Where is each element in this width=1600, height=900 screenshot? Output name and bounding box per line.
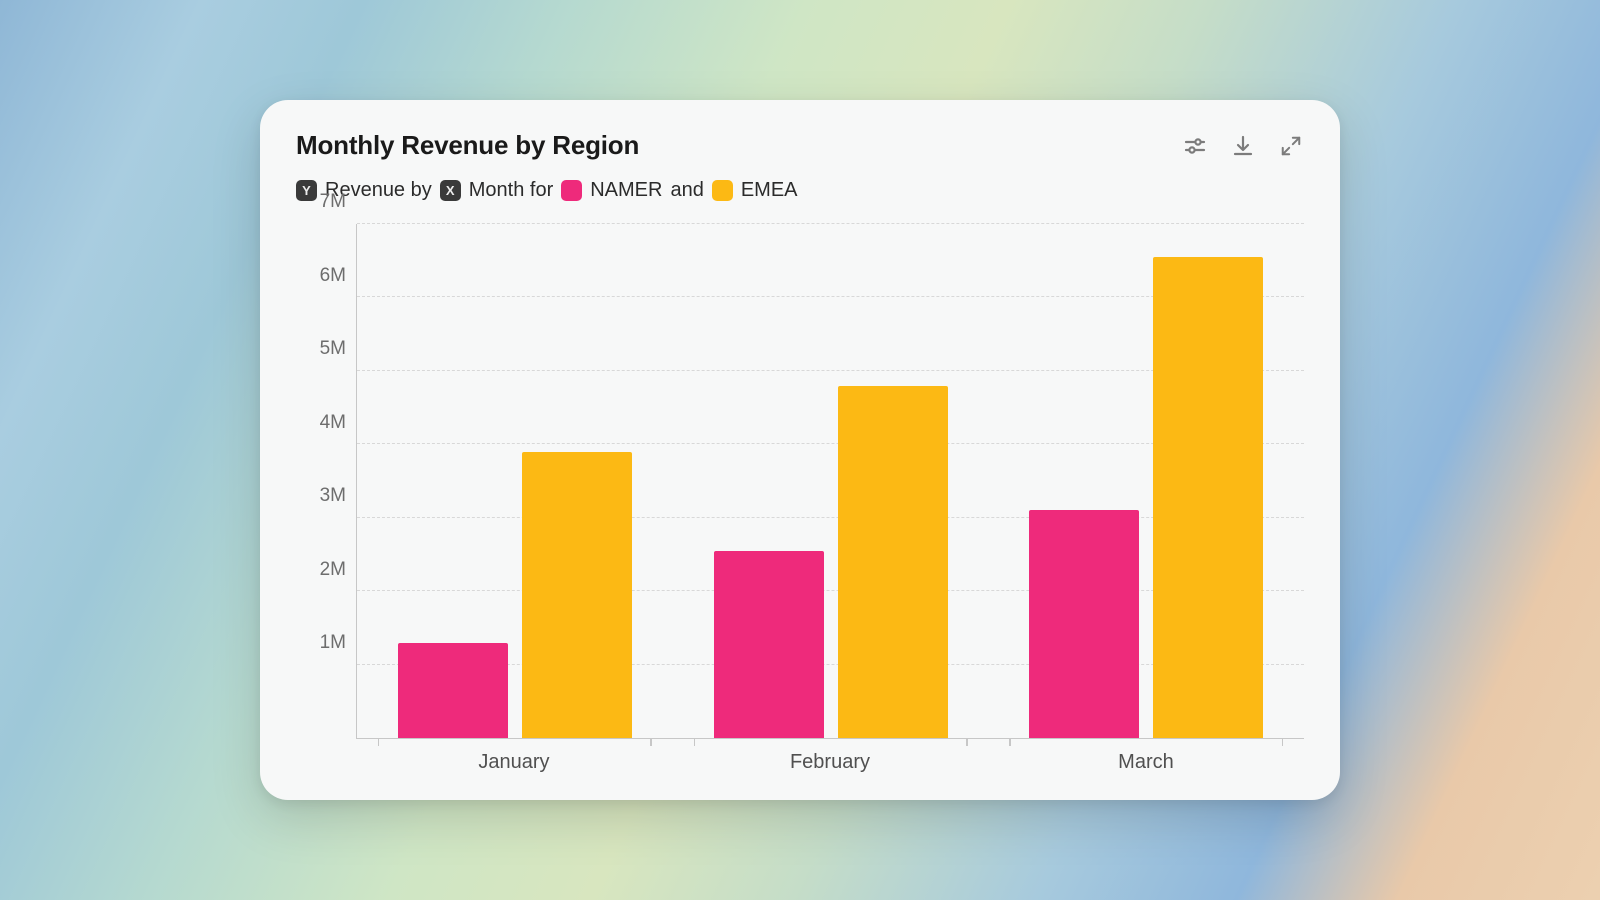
chart-title: Monthly Revenue by Region — [296, 130, 639, 161]
chart-area: 1M2M3M4M5M6M7M JanuaryFebruaryMarch — [296, 224, 1304, 774]
legend-series2: EMEA — [741, 179, 798, 202]
x-tick-label: January — [356, 751, 672, 774]
bar-group — [398, 224, 632, 738]
bar-group — [1029, 224, 1263, 738]
legend-x-text: Month for — [469, 179, 553, 202]
y-tick-label: 1M — [320, 632, 346, 654]
bar-group — [714, 224, 948, 738]
expand-icon[interactable] — [1278, 133, 1304, 159]
y-tick-label: 3M — [320, 485, 346, 507]
bar-namer[interactable] — [714, 551, 824, 738]
y-tick-label: 2M — [320, 559, 346, 581]
bar-emea[interactable] — [838, 386, 948, 738]
card-header: Monthly Revenue by Region — [296, 130, 1304, 161]
x-tick-label: March — [988, 751, 1304, 774]
legend-and: and — [670, 179, 703, 202]
y-tick-label: 5M — [320, 338, 346, 360]
settings-icon[interactable] — [1182, 133, 1208, 159]
y-tick-label: 4M — [320, 412, 346, 434]
chart-card: Monthly Revenue by Region Y — [260, 100, 1340, 800]
plot-area — [356, 224, 1304, 739]
chart-actions — [1182, 133, 1304, 159]
x-tick-label: February — [672, 751, 988, 774]
y-axis: 1M2M3M4M5M6M7M — [296, 224, 356, 739]
bar-emea[interactable] — [522, 452, 632, 738]
y-tick-label: 6M — [320, 265, 346, 287]
x-axis-badge: X — [440, 180, 461, 201]
download-icon[interactable] — [1230, 133, 1256, 159]
chart-legend: Y Revenue by X Month for NAMER and EMEA — [296, 179, 1304, 202]
x-axis: JanuaryFebruaryMarch — [356, 739, 1304, 774]
y-tick-label: 7M — [320, 191, 346, 213]
legend-series1: NAMER — [590, 179, 662, 202]
legend-swatch-emea — [712, 180, 733, 201]
y-axis-badge: Y — [296, 180, 317, 201]
bar-namer[interactable] — [1029, 510, 1139, 738]
bar-namer[interactable] — [398, 643, 508, 738]
legend-swatch-namer — [561, 180, 582, 201]
bar-emea[interactable] — [1153, 257, 1263, 738]
